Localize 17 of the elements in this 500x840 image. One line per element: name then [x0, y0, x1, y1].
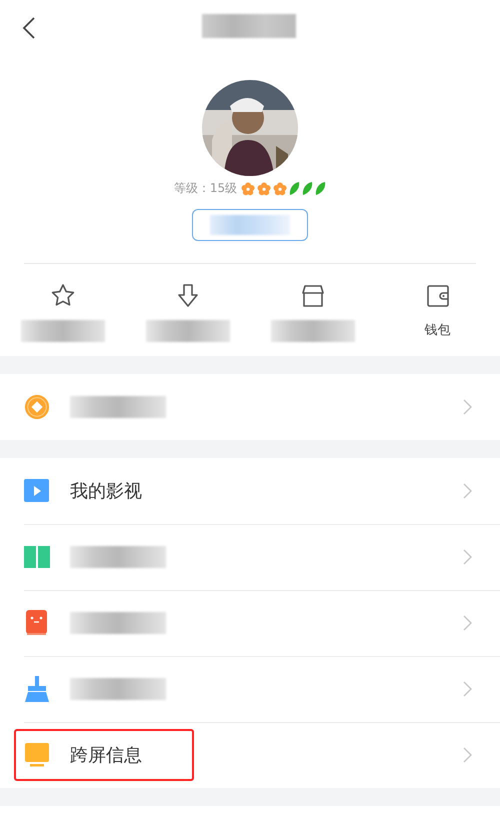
coin-icon	[24, 393, 50, 421]
play-icon	[24, 479, 50, 503]
chevron-icon	[463, 681, 472, 697]
row-label: 跨屏信息	[70, 744, 142, 767]
chevron-icon	[463, 399, 472, 415]
shortcut-label[interactable]: 钱包	[424, 320, 450, 342]
chevron-icon	[463, 747, 472, 763]
broom-icon	[24, 676, 50, 702]
back-button[interactable]	[22, 16, 36, 40]
comic-icon	[24, 610, 50, 636]
chevron-icon	[463, 483, 472, 499]
screen-icon	[24, 743, 50, 767]
level-label: 等级：15级	[174, 180, 238, 197]
chevron-icon	[463, 549, 472, 565]
row-label: 我的影视	[70, 480, 142, 503]
chevron-icon	[463, 615, 472, 631]
book-icon	[24, 545, 50, 569]
